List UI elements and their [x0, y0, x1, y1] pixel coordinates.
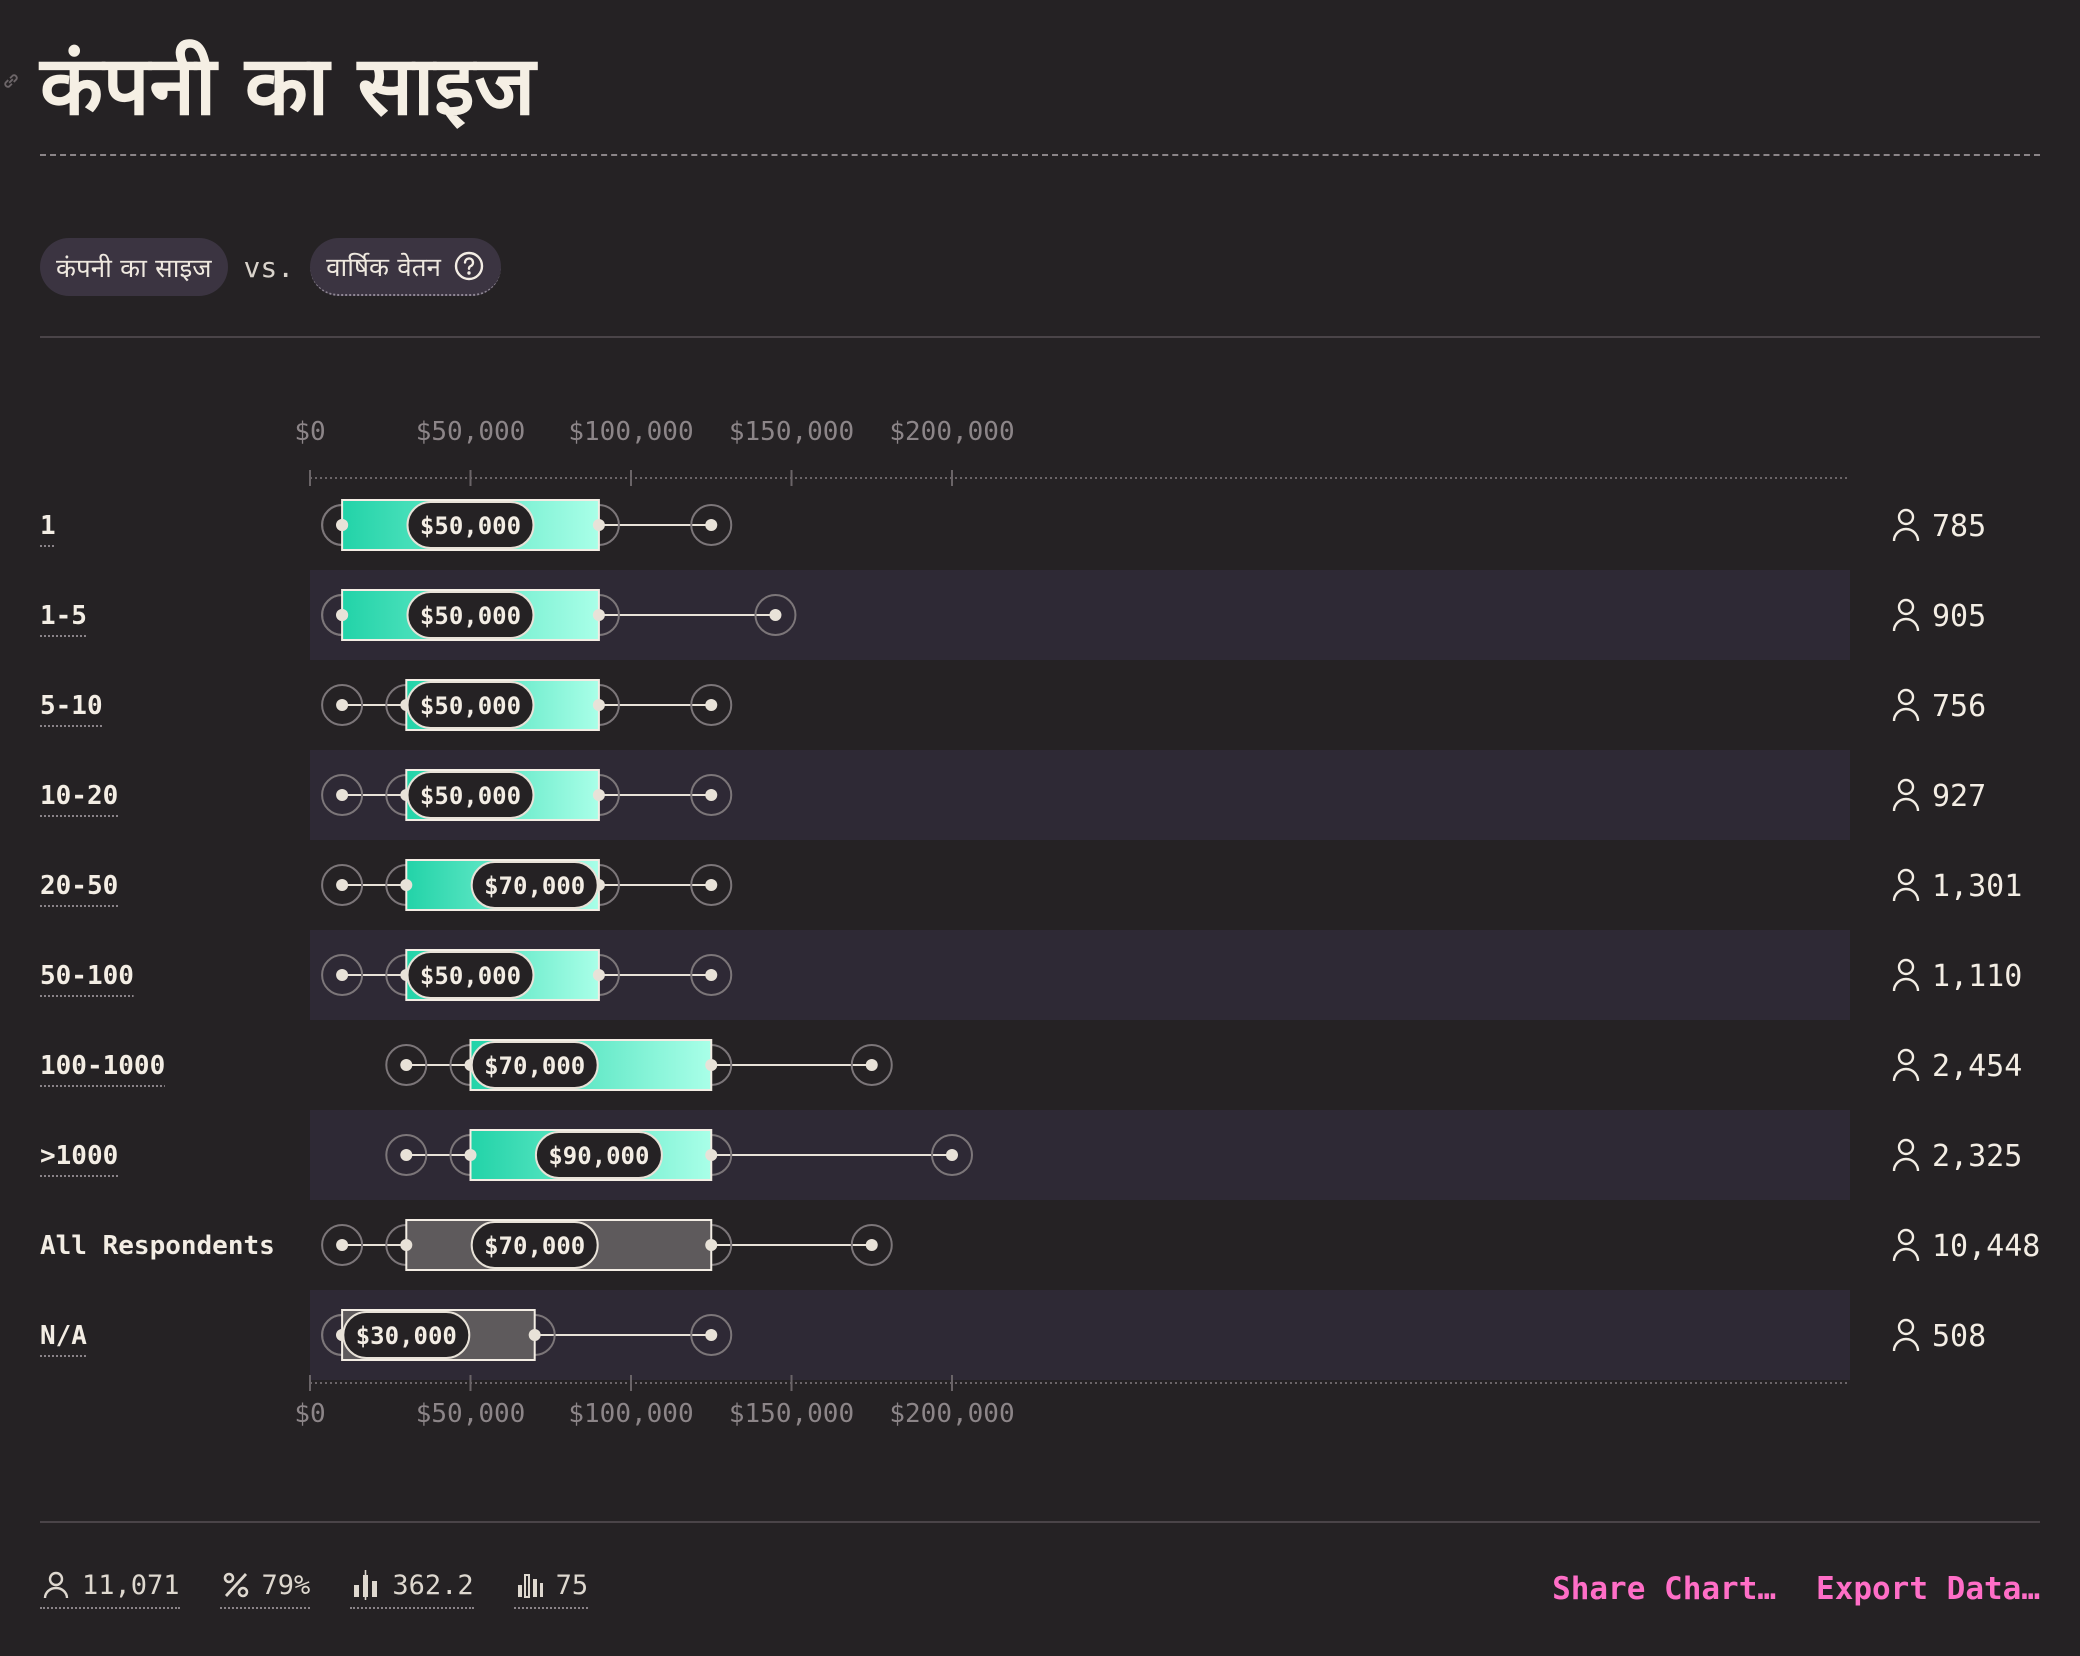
row-label: 20-50 — [40, 871, 118, 901]
row-label: All Respondents — [40, 1231, 275, 1261]
row-label: 100-1000 — [40, 1051, 165, 1081]
marker-dot — [705, 699, 718, 711]
median-label: $90,000 — [548, 1142, 649, 1170]
axis-tick-label: $100,000 — [568, 417, 693, 447]
marker-dot — [705, 789, 718, 801]
row-count: 10,448 — [1932, 1229, 2040, 1264]
marker-dot — [400, 879, 413, 891]
salary-boxplot-chart: $0 $50,000 $100,000 $150,000 $200,000 $0 $50,0… — [40, 417, 2040, 1429]
mean-bars-icon — [354, 1570, 378, 1600]
row-count: 1,301 — [1932, 869, 2022, 904]
axis-tick-label: $100,000 — [568, 1399, 693, 1429]
person-icon — [1892, 508, 1920, 542]
marker-dot — [336, 519, 349, 531]
footer-stats: 11,071 79% 362.2 75 — [40, 1566, 628, 1612]
marker-dot — [865, 1059, 878, 1071]
row-count: 508 — [1932, 1319, 1986, 1354]
axis-tick-label: $200,000 — [889, 417, 1014, 447]
marker-dot — [400, 1239, 413, 1251]
marker-dot — [592, 609, 605, 621]
row-label: >1000 — [40, 1141, 118, 1171]
marker-dot — [865, 1239, 878, 1251]
marker-dot — [400, 1149, 413, 1161]
bar-chart-icon — [517, 1574, 543, 1598]
row-count: 1,110 — [1932, 959, 2022, 994]
mean-stat[interactable]: 362.2 — [350, 1569, 474, 1609]
marker-dot — [336, 609, 349, 621]
row-label: 50-100 — [40, 961, 134, 991]
marker-dot — [592, 699, 605, 711]
person-icon — [1892, 1138, 1920, 1172]
marker-dot — [592, 519, 605, 531]
axis-tick-label: $0 — [294, 1399, 325, 1429]
response-rate-stat[interactable]: 79% — [219, 1569, 311, 1609]
marker-dot — [336, 699, 349, 711]
stat-value: 75 — [555, 1569, 589, 1601]
person-icon — [1892, 1048, 1920, 1082]
total-respondents-stat[interactable]: 11,071 — [40, 1569, 180, 1609]
marker-dot — [705, 1149, 718, 1161]
person-icon — [43, 1571, 69, 1599]
row-count: 927 — [1932, 779, 1986, 814]
axis-tick-label: $150,000 — [729, 1399, 854, 1429]
stat-value: 362.2 — [392, 1569, 474, 1601]
footer-actions: Share Chart… Export Data… — [1512, 1566, 2040, 1612]
marker-dot — [705, 969, 718, 981]
row-label: 5-10 — [40, 691, 103, 721]
stat-value: 11,071 — [82, 1569, 180, 1601]
median-label: $50,000 — [420, 692, 521, 720]
axis-tick-label: $150,000 — [729, 417, 854, 447]
marker-dot — [400, 1059, 413, 1071]
person-icon — [1892, 868, 1920, 902]
row-label: N/A — [40, 1321, 87, 1351]
row-label: 1 — [40, 511, 56, 541]
median-label: $30,000 — [356, 1322, 457, 1350]
axis-tick-label: $50,000 — [416, 1399, 526, 1429]
median-label: $50,000 — [420, 602, 521, 630]
axis-tick-label: $50,000 — [416, 417, 526, 447]
person-icon — [1892, 778, 1920, 812]
median-label: $70,000 — [484, 1052, 585, 1080]
marker-dot — [592, 789, 605, 801]
median-label: $50,000 — [420, 962, 521, 990]
row-count: 2,454 — [1932, 1049, 2022, 1084]
marker-dot — [705, 879, 718, 891]
row-count: 2,325 — [1932, 1139, 2022, 1174]
marker-dot — [592, 969, 605, 981]
marker-dot — [528, 1329, 541, 1341]
stat-value: 79% — [261, 1569, 311, 1601]
marker-dot — [946, 1149, 958, 1161]
axis-tick-label: $200,000 — [889, 1399, 1014, 1429]
marker-dot — [464, 1149, 477, 1161]
marker-dot — [769, 609, 782, 621]
median-label: $50,000 — [420, 512, 521, 540]
person-icon — [1892, 598, 1920, 632]
row-count: 756 — [1932, 689, 1986, 724]
marker-dot — [705, 1239, 718, 1251]
axis-tick-label: $0 — [294, 417, 325, 447]
row-count: 905 — [1932, 599, 1986, 634]
person-icon — [1892, 1318, 1920, 1352]
median-label: $70,000 — [484, 1232, 585, 1260]
footer-divider — [40, 1521, 2040, 1523]
share-chart-link[interactable]: Share Chart… — [1552, 1571, 1776, 1607]
marker-dot — [336, 969, 349, 981]
median-label: $50,000 — [420, 782, 521, 810]
person-icon — [1892, 958, 1920, 992]
row-count: 785 — [1932, 509, 1986, 544]
bar-count-stat[interactable]: 75 — [513, 1569, 589, 1609]
person-icon — [1892, 1228, 1920, 1262]
marker-dot — [336, 789, 349, 801]
marker-dot — [705, 1059, 718, 1071]
marker-dot — [336, 1239, 349, 1251]
row-label: 10-20 — [40, 781, 118, 811]
median-label: $70,000 — [484, 872, 585, 900]
row-label: 1-5 — [40, 601, 87, 631]
export-data-link[interactable]: Export Data… — [1816, 1571, 2040, 1607]
marker-dot — [705, 519, 718, 531]
marker-dot — [705, 1329, 718, 1341]
percent-icon — [223, 1572, 248, 1598]
marker-dot — [336, 879, 349, 891]
person-icon — [1892, 688, 1920, 722]
